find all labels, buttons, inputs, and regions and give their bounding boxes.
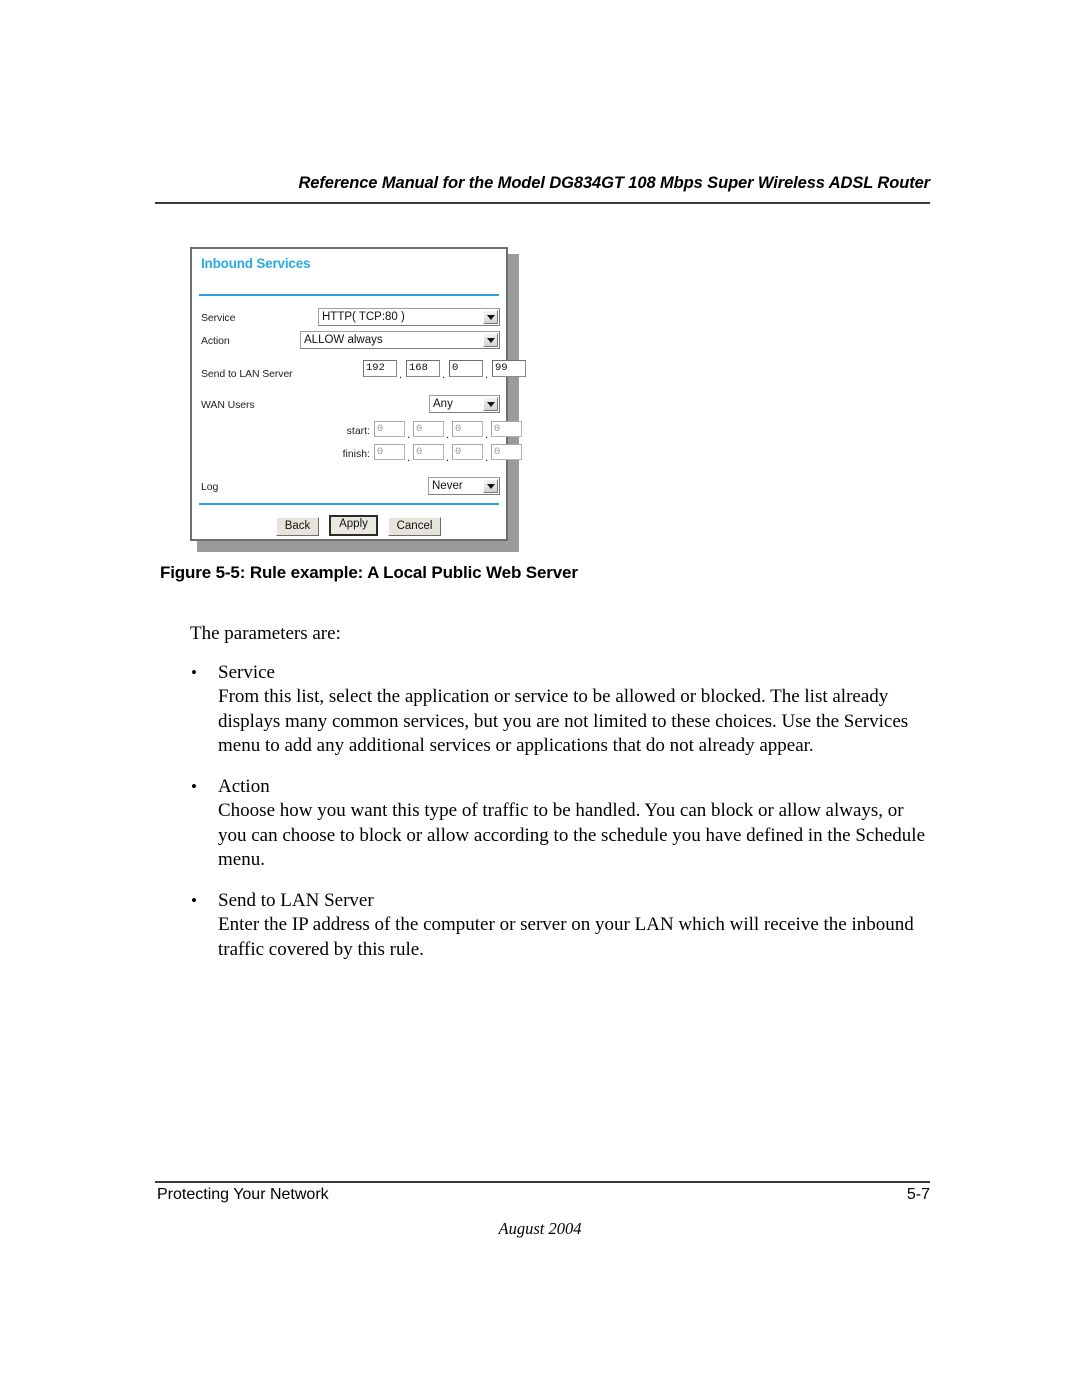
figure-image: Inbound Services Service HTTP( TCP:80 ) … (190, 247, 526, 552)
lan-octet-separator: . (442, 369, 446, 381)
body-content: The parameters are: • Service From this … (190, 622, 935, 978)
start-octet-2-input[interactable]: 0 (413, 421, 444, 437)
list-item-term: Action (218, 775, 270, 797)
bullet-icon: • (191, 776, 197, 796)
wan-users-select[interactable]: Any (429, 395, 500, 413)
running-header-title: Reference Manual for the Model DG834GT 1… (298, 174, 930, 192)
lan-octet-2-input[interactable]: 168 (406, 360, 440, 377)
start-octet-separator: . (485, 429, 489, 441)
cancel-button[interactable]: Cancel (388, 517, 441, 536)
start-octet-separator: . (446, 429, 450, 441)
panel-bottom-divider (199, 503, 499, 505)
chevron-down-icon[interactable] (483, 479, 498, 493)
bullet-icon: • (191, 662, 197, 682)
start-octet-3-input[interactable]: 0 (452, 421, 483, 437)
footer-divider (155, 1181, 930, 1183)
list-item-text: Choose how you want this type of traffic… (218, 800, 925, 870)
list-item: • Action Choose how you want this type o… (190, 775, 935, 873)
send-to-lan-server-label: Send to LAN Server (201, 368, 293, 380)
list-item: • Service From this list, select the app… (190, 661, 935, 759)
finish-octet-separator: . (485, 452, 489, 464)
footer-date: August 2004 (498, 1219, 582, 1238)
back-button[interactable]: Back (276, 517, 319, 536)
chevron-down-icon[interactable] (483, 397, 498, 411)
finish-octet-1-input[interactable]: 0 (374, 444, 405, 460)
finish-octet-separator: . (446, 452, 450, 464)
running-header: Reference Manual for the Model DG834GT 1… (155, 174, 930, 193)
list-item: • Send to LAN Server Enter the IP addres… (190, 889, 935, 963)
log-label: Log (201, 481, 219, 493)
panel-title: Inbound Services (201, 256, 311, 271)
service-label: Service (201, 312, 236, 324)
list-item-text: Enter the IP address of the computer or … (218, 914, 914, 960)
start-octet-1-input[interactable]: 0 (374, 421, 405, 437)
chevron-down-icon[interactable] (483, 333, 498, 347)
finish-octet-4-input[interactable]: 0 (491, 444, 522, 460)
chevron-down-icon[interactable] (483, 310, 498, 324)
start-label: start: (346, 425, 370, 437)
panel-top-divider (199, 294, 499, 296)
list-item-text: From this list, select the application o… (218, 686, 909, 756)
finish-label: finish: (342, 448, 370, 460)
inbound-services-panel: Inbound Services Service HTTP( TCP:80 ) … (190, 247, 526, 541)
wan-users-label: WAN Users (201, 399, 255, 411)
apply-button[interactable]: Apply (329, 515, 378, 536)
list-item-term: Service (218, 661, 275, 683)
figure-caption: Figure 5-5: Rule example: A Local Public… (160, 563, 578, 582)
bullet-icon: • (191, 890, 197, 910)
header-divider (155, 202, 930, 204)
lan-octet-3-input[interactable]: 0 (449, 360, 483, 377)
start-octet-4-input[interactable]: 0 (491, 421, 522, 437)
finish-octet-3-input[interactable]: 0 (452, 444, 483, 460)
service-select[interactable]: HTTP( TCP:80 ) (318, 308, 500, 326)
intro-line: The parameters are: (190, 623, 341, 644)
action-label: Action (201, 335, 230, 347)
action-select[interactable]: ALLOW always (300, 331, 500, 349)
page-number: 5-7 (906, 1186, 930, 1203)
log-select[interactable]: Never (428, 477, 500, 495)
lan-octet-separator: . (399, 369, 403, 381)
lan-octet-separator: . (485, 369, 489, 381)
start-octet-separator: . (407, 429, 411, 441)
list-item-term: Send to LAN Server (218, 889, 374, 911)
finish-octet-separator: . (407, 452, 411, 464)
finish-octet-2-input[interactable]: 0 (413, 444, 444, 460)
lan-octet-1-input[interactable]: 192 (363, 360, 397, 377)
lan-octet-4-input[interactable]: 99 (492, 360, 526, 377)
